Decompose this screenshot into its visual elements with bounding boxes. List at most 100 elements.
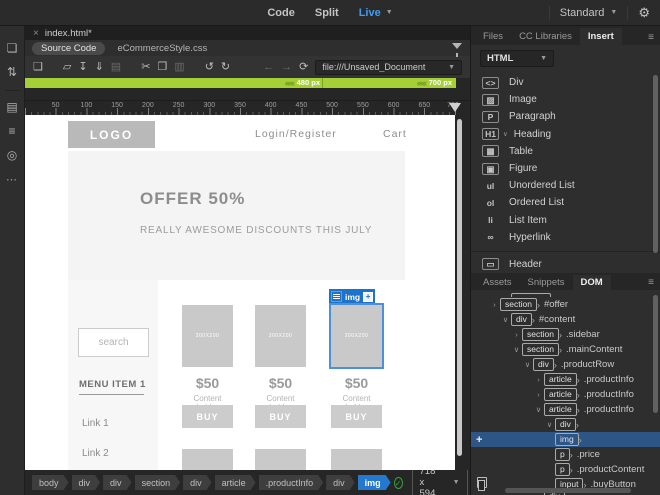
forward-icon[interactable]: → [281,56,292,78]
insert-item-ordered-list[interactable]: ol Ordered List [471,194,660,211]
refresh-icon[interactable]: ⟳ [299,56,308,78]
insert-item-image[interactable]: ▨ Image [471,91,660,108]
buy-button[interactable]: BUY [255,405,306,428]
cut-icon[interactable]: ✂ [141,56,150,78]
insert-item-unordered-list[interactable]: ul Unordered List [471,177,660,194]
insert-item-heading[interactable]: H1 ∨ Heading [471,126,660,143]
filter-icon[interactable] [452,43,462,57]
transfer-files-icon[interactable]: ⇅ [7,62,17,86]
cart-link[interactable]: Cart [383,128,407,140]
tab-files[interactable]: Files [475,28,511,45]
disclosure-icon[interactable]: › [533,375,544,384]
product-image-placeholder[interactable] [331,449,382,470]
site-logo[interactable]: LOGO [68,121,155,148]
insert-item-hyperlink[interactable]: ∞ Hyperlink [471,229,660,246]
dom-row-article-productinfo[interactable]: › article › .productInfo [471,372,660,387]
insert-item-div[interactable]: <> Div [471,74,660,91]
breakpoint-480[interactable]: ‹‹‹‹‹‹ 480 px [285,78,320,88]
tag-selector-article[interactable]: article [215,475,256,490]
chevron-down-icon[interactable]: ▼ [448,64,455,71]
page-canvas[interactable]: LOGO Login/Register Cart OFFER 50% REALL… [25,115,455,470]
add-element-icon[interactable]: + [363,291,374,302]
workspace-switcher[interactable]: Standard ▼ [560,7,618,19]
element-display-label[interactable]: img + [329,289,376,304]
disclosure-icon[interactable]: › [489,300,500,309]
disclosure-icon[interactable]: ∨ [544,420,555,429]
save-all-icon[interactable]: ⇓ [95,56,104,78]
source-code-button[interactable]: Source Code [32,41,106,55]
tag-selector-div[interactable]: div [72,475,101,490]
search-input[interactable] [78,328,149,357]
sidebar-link-1[interactable]: Link 1 [82,418,109,429]
dom-row-p-productcontent[interactable]: p › .productContent [471,462,660,477]
format-lines-icon[interactable]: ≡ [8,121,15,145]
disclosure-icon[interactable]: › [511,330,522,339]
lint-ok-icon[interactable]: ✓ [393,476,403,489]
stylesheet-file-button[interactable]: eCommerceStyle.css [117,43,207,54]
insert-item-table[interactable]: ▦ Table [471,143,660,160]
new-file-icon[interactable]: ❏ [33,56,43,78]
add-element-icon[interactable]: + [476,434,482,446]
dom-row-article-productinfo[interactable]: › article › .productInfo [471,387,660,402]
tag-selector-div[interactable]: div [183,475,212,490]
tag-selector-div[interactable]: div [103,475,132,490]
document-tab-title[interactable]: index.html* [45,28,92,39]
dom-row-section-offer[interactable]: › section › #offer [471,297,660,312]
insert-item-list-item[interactable]: li List Item [471,212,660,229]
code-snapshot-icon[interactable]: ▤ [6,97,17,121]
file-document-icon[interactable]: ❏ [7,38,18,62]
tag-selector-body[interactable]: body [32,475,69,490]
disclosure-icon[interactable]: › [533,390,544,399]
tag-selector-section[interactable]: section [135,475,181,490]
product-image-placeholder[interactable] [182,449,233,470]
target-icon[interactable]: ◎ [7,145,17,169]
tab-cc-libraries[interactable]: CC Libraries [511,28,580,45]
dom-row-div-content[interactable]: ∨ div › #content [471,312,660,327]
insert-item-paragraph[interactable]: P Paragraph [471,108,660,125]
product-image-placeholder[interactable]: 200X200 [182,305,233,367]
sidebar-link-2[interactable]: Link 2 [82,448,109,459]
tag-selector-productinfo[interactable]: .productInfo [259,475,324,490]
panel-menu-icon[interactable]: ≡ [648,277,654,290]
copy-icon[interactable]: ❐ [157,56,167,78]
redo-icon[interactable]: ↻ [221,56,230,78]
chevron-down-icon[interactable]: ∨ [503,130,508,138]
address-bar[interactable]: ▼ [315,59,462,75]
open-file-icon[interactable]: ▱ [63,56,71,78]
tag-selector-div[interactable]: div [326,475,355,490]
tab-assets[interactable]: Assets [475,275,520,290]
gear-icon[interactable]: ⚙ [638,5,650,21]
tab-snippets[interactable]: Snippets [520,275,573,290]
insert-category-select[interactable]: HTML ▼ [480,49,554,67]
product-image-placeholder-selected[interactable]: 200X200 [329,303,384,369]
breakpoint-700[interactable]: ‹‹‹‹‹‹ 700 px [417,78,452,88]
offer-section[interactable]: OFFER 50% REALLY AWESOME DISCOUNTS THIS … [68,151,405,280]
insert-item-figure[interactable]: ▣ Figure [471,160,660,177]
tag-selector-img-active[interactable]: img [358,475,391,490]
dom-row-section-maincontent[interactable]: ∨ section › .mainContent [471,342,660,357]
dom-row-img-selected[interactable]: + img › [471,432,660,448]
more-tools-icon[interactable]: ⋯ [6,173,18,186]
dom-row-div-productrow[interactable]: ∨ div › .productRow [471,357,660,372]
viewport-resize-scrubber[interactable] [449,103,461,112]
split-view-button[interactable]: Split [315,7,339,19]
dom-row-article-productinfo[interactable]: ∨ article › .productInfo [471,402,660,417]
save-icon[interactable]: ↧ [78,56,87,78]
disclosure-icon[interactable]: ∨ [500,315,511,324]
disclosure-icon[interactable]: ∨ [522,360,533,369]
login-register-link[interactable]: Login/Register [255,128,337,140]
dom-row-div[interactable]: ∨ div › [471,417,660,432]
disclosure-icon[interactable]: ∨ [511,345,522,354]
insert-item-header[interactable]: ▭ Header [471,256,660,273]
print-icon[interactable]: ▤ [111,56,121,78]
media-query-track[interactable]: ‹‹‹‹‹‹ 480 px ‹‹‹‹‹‹ 700 px [25,78,456,88]
buy-button[interactable]: BUY [182,405,233,428]
dom-horizontal-scrollbar[interactable] [505,488,631,493]
buy-button[interactable]: BUY [331,405,382,428]
close-tab-icon[interactable]: × [33,28,39,39]
canvas-vertical-scrollbar[interactable] [457,119,462,457]
paste-icon[interactable]: ▥ [174,56,184,78]
product-image-placeholder[interactable]: 200X200 [255,305,306,367]
dom-row-p-price[interactable]: p › .price [471,447,660,462]
code-view-button[interactable]: Code [267,7,295,19]
